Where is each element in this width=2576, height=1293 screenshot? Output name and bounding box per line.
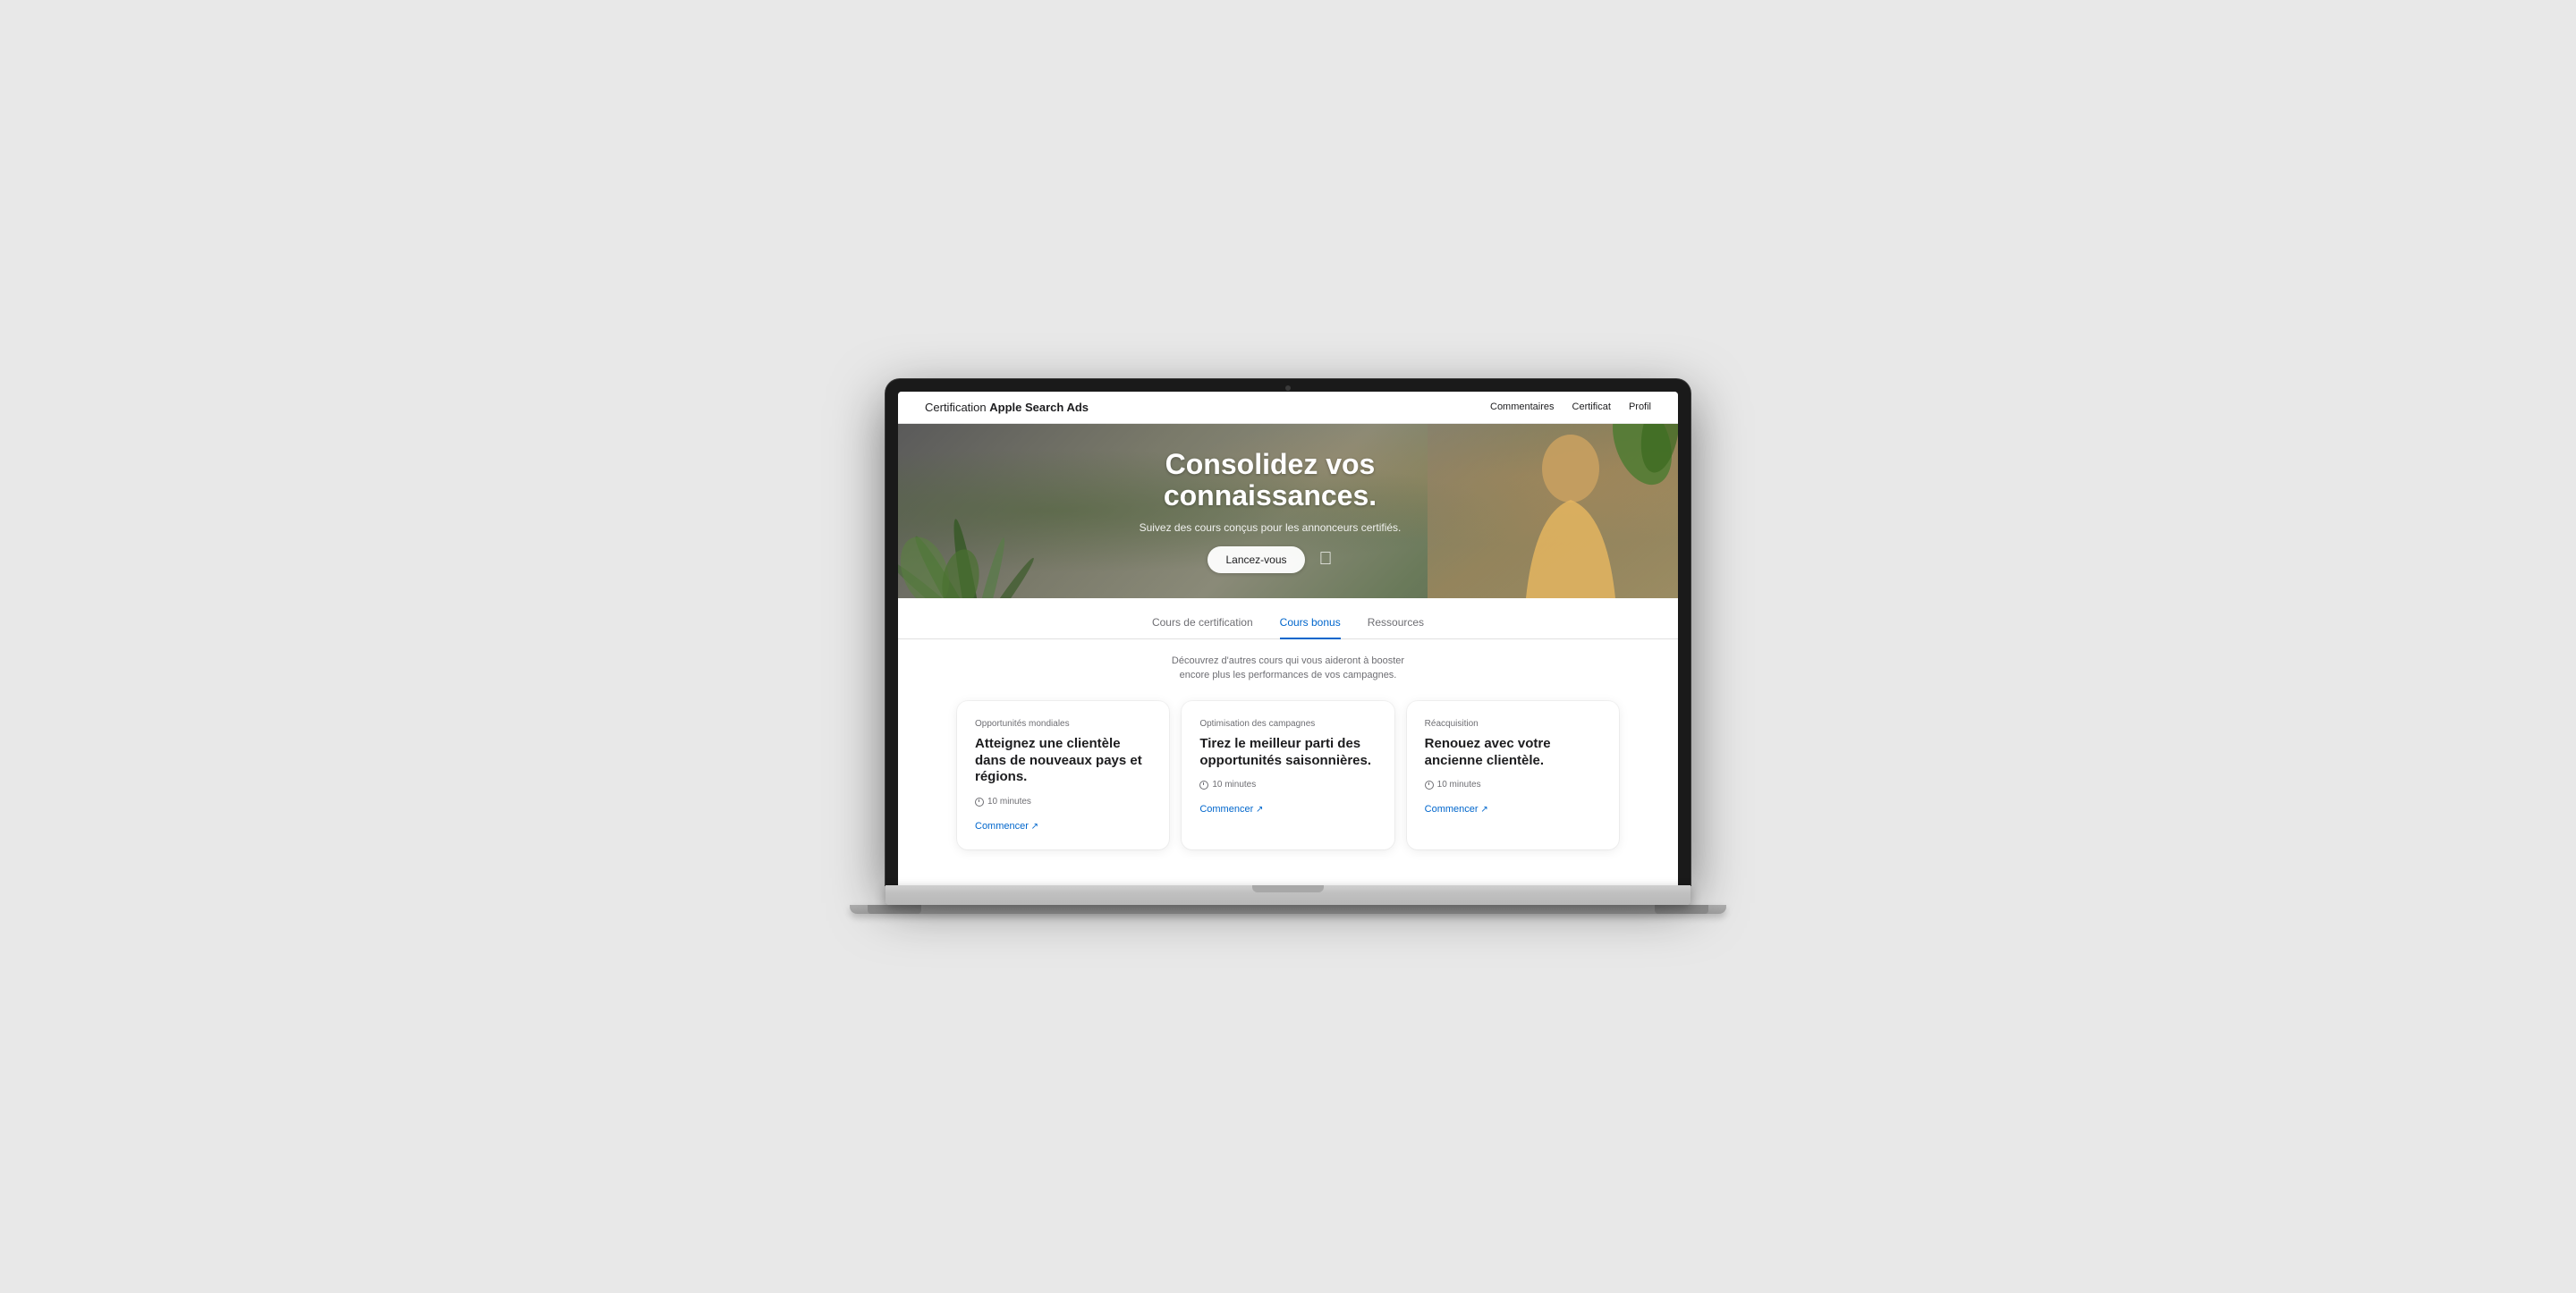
laptop-base [886, 885, 1690, 905]
laptop-screen-inner: Certification Apple Search Ads Commentai… [898, 392, 1678, 885]
tab-certification[interactable]: Cours de certification [1152, 616, 1253, 639]
site-nav: Certification Apple Search Ads Commentai… [898, 392, 1678, 424]
course-title-2: Tirez le meilleur parti des opportunités… [1199, 736, 1376, 770]
duration-text-2: 10 minutes [1212, 780, 1256, 790]
hero-title: Consolidez vos connaissances. [1140, 449, 1402, 511]
site-nav-links: Commentaires Certificat Profil [1490, 401, 1651, 412]
course-duration-2: 10 minutes [1199, 780, 1376, 790]
duration-text-3: 10 minutes [1437, 780, 1481, 790]
hero-section: Consolidez vos connaissances. Suivez des… [898, 424, 1678, 598]
course-category-2: Optimisation des campagnes [1199, 719, 1376, 729]
hero-title-line2: connaissances. [1164, 479, 1377, 511]
hero-plants [898, 455, 1041, 598]
course-category-1: Opportunités mondiales [975, 719, 1151, 729]
nav-commentaires[interactable]: Commentaires [1490, 401, 1555, 412]
hero-subtitle: Suivez des cours conçus pour les annonce… [1140, 521, 1402, 534]
brand-bold: Apple Search Ads [989, 401, 1089, 414]
duration-text-1: 10 minutes [987, 797, 1031, 807]
course-category-3: Réacquisition [1425, 719, 1601, 729]
section-description: Découvrez d'autres cours qui vous aidero… [1064, 639, 1512, 701]
apple-logo-icon:  [1319, 549, 1333, 570]
course-link-1[interactable]: Commencer [975, 821, 1151, 832]
nav-certificat[interactable]: Certificat [1572, 401, 1611, 412]
nav-profil[interactable]: Profil [1629, 401, 1651, 412]
course-title-3: Renouez avec votre ancienne clientèle. [1425, 736, 1601, 770]
tab-ressources[interactable]: Ressources [1368, 616, 1424, 639]
hero-person-area [1428, 424, 1678, 598]
course-link-2[interactable]: Commencer [1199, 804, 1376, 815]
hero-cta-button[interactable]: Lancez-vous [1208, 546, 1304, 573]
clock-icon-3 [1425, 781, 1434, 790]
laptop-foot-right [1655, 905, 1708, 914]
course-duration-3: 10 minutes [1425, 780, 1601, 790]
courses-grid: Opportunités mondiales Atteignez une cli… [903, 701, 1673, 885]
laptop-feet [850, 905, 1726, 914]
laptop-screen-outer: Certification Apple Search Ads Commentai… [886, 379, 1690, 885]
brand-regular: Certification [925, 401, 989, 414]
course-card-1: Opportunités mondiales Atteignez une cli… [957, 701, 1169, 849]
hero-cta-row: Lancez-vous  [1140, 546, 1402, 573]
clock-icon-2 [1199, 781, 1208, 790]
clock-icon-1 [975, 798, 984, 807]
tab-bonus[interactable]: Cours bonus [1280, 616, 1341, 639]
course-card-3: Réacquisition Renouez avec votre ancienn… [1407, 701, 1619, 849]
course-link-3[interactable]: Commencer [1425, 804, 1601, 815]
tabs-section: Cours de certification Cours bonus Resso… [898, 598, 1678, 885]
tabs-nav: Cours de certification Cours bonus Resso… [898, 616, 1678, 639]
course-title-1: Atteignez une clientèle dans de nouveaux… [975, 736, 1151, 786]
laptop-wrapper: Certification Apple Search Ads Commentai… [886, 379, 1690, 914]
hero-content: Consolidez vos connaissances. Suivez des… [1140, 449, 1402, 572]
course-card-2: Optimisation des campagnes Tirez le meil… [1182, 701, 1394, 849]
site-nav-brand: Certification Apple Search Ads [925, 401, 1089, 414]
laptop-foot-left [868, 905, 921, 914]
hero-title-line1: Consolidez vos [1165, 448, 1376, 480]
course-duration-1: 10 minutes [975, 797, 1151, 807]
